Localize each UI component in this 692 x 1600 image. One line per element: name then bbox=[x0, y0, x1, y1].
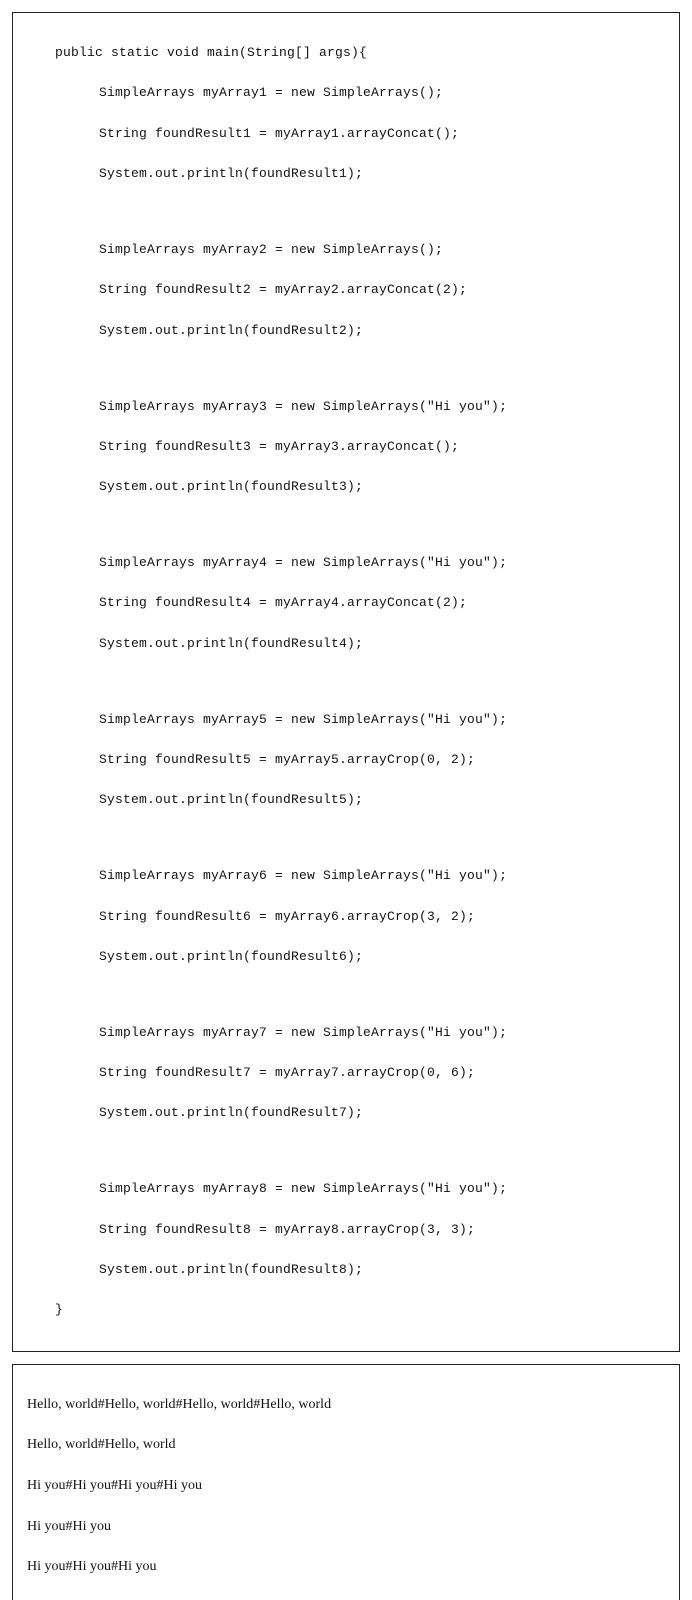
blank-line bbox=[27, 361, 665, 377]
blank-line bbox=[27, 1144, 665, 1160]
output-line: Hi you#Hi you bbox=[27, 1517, 665, 1537]
code-line: String foundResult2 = myArray2.arrayConc… bbox=[27, 280, 665, 300]
code-line: SimpleArrays myArray2 = new SimpleArrays… bbox=[27, 240, 665, 260]
output-block: Hello, world#Hello, world#Hello, world#H… bbox=[12, 1364, 680, 1600]
code-line: SimpleArrays myArray5 = new SimpleArrays… bbox=[27, 710, 665, 730]
code-line: SimpleArrays myArray6 = new SimpleArrays… bbox=[27, 866, 665, 886]
code-line: String foundResult7 = myArray7.arrayCrop… bbox=[27, 1063, 665, 1083]
blank-line bbox=[27, 987, 665, 1003]
output-line: Hi you#Hi you bbox=[27, 1598, 665, 1600]
code-line: String foundResult4 = myArray4.arrayConc… bbox=[27, 593, 665, 613]
blank-line bbox=[27, 831, 665, 847]
code-line: String foundResult3 = myArray3.arrayConc… bbox=[27, 437, 665, 457]
code-line: SimpleArrays myArray1 = new SimpleArrays… bbox=[27, 83, 665, 103]
code-line: System.out.println(foundResult8); bbox=[27, 1260, 665, 1280]
code-line: SimpleArrays myArray3 = new SimpleArrays… bbox=[27, 397, 665, 417]
code-line: SimpleArrays myArray7 = new SimpleArrays… bbox=[27, 1023, 665, 1043]
output-line: Hello, world#Hello, world bbox=[27, 1435, 665, 1455]
code-line: SimpleArrays myArray8 = new SimpleArrays… bbox=[27, 1179, 665, 1199]
output-line: Hello, world#Hello, world#Hello, world#H… bbox=[27, 1395, 665, 1415]
code-line: System.out.println(foundResult6); bbox=[27, 947, 665, 967]
blank-line bbox=[27, 674, 665, 690]
code-line: } bbox=[27, 1300, 665, 1320]
code-block: public static void main(String[] args){ … bbox=[12, 12, 680, 1352]
code-line: String foundResult8 = myArray8.arrayCrop… bbox=[27, 1220, 665, 1240]
code-line: String foundResult1 = myArray1.arrayConc… bbox=[27, 124, 665, 144]
blank-line bbox=[27, 204, 665, 220]
code-line: SimpleArrays myArray4 = new SimpleArrays… bbox=[27, 553, 665, 573]
code-line: public static void main(String[] args){ bbox=[27, 43, 665, 63]
code-line: System.out.println(foundResult1); bbox=[27, 164, 665, 184]
code-line: System.out.println(foundResult5); bbox=[27, 790, 665, 810]
blank-line bbox=[27, 517, 665, 533]
code-line: String foundResult5 = myArray5.arrayCrop… bbox=[27, 750, 665, 770]
code-line: String foundResult6 = myArray6.arrayCrop… bbox=[27, 907, 665, 927]
code-line: System.out.println(foundResult7); bbox=[27, 1103, 665, 1123]
output-line: Hi you#Hi you#Hi you bbox=[27, 1557, 665, 1577]
output-line: Hi you#Hi you#Hi you#Hi you bbox=[27, 1476, 665, 1496]
code-line: System.out.println(foundResult3); bbox=[27, 477, 665, 497]
code-line: System.out.println(foundResult2); bbox=[27, 321, 665, 341]
code-line: System.out.println(foundResult4); bbox=[27, 634, 665, 654]
